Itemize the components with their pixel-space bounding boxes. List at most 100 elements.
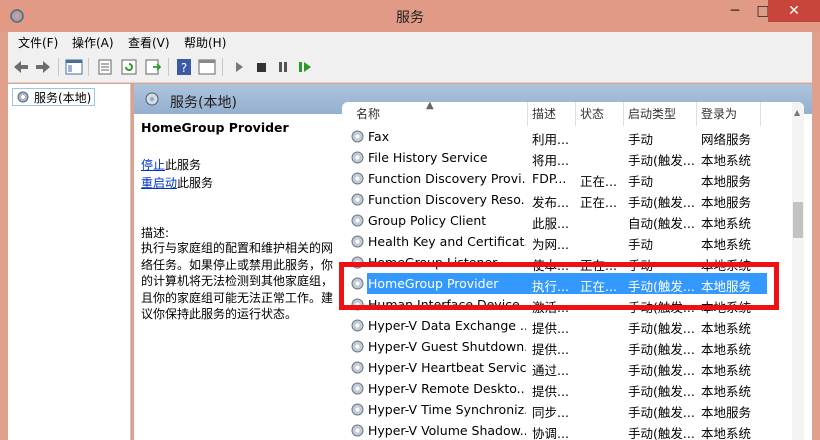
pause-service-icon[interactable] [274, 58, 292, 76]
tree-item-label: 服务(本地) [34, 90, 92, 105]
service-gear-icon [351, 151, 364, 164]
service-gear-icon [351, 361, 364, 374]
service-description-cell: FDP... [532, 171, 567, 186]
service-gear-icon [351, 193, 364, 206]
menu-view[interactable]: 查看(V) [128, 34, 170, 51]
service-row[interactable]: Hyper-V Time Synchroniz... 同步... 手动(触发... 本… [342, 399, 792, 420]
service-startup-type-cell: 手动(触发... [628, 342, 695, 357]
forward-arrow-icon[interactable] [34, 58, 52, 76]
service-gear-icon [351, 340, 364, 353]
service-name-cell: Group Policy Client [368, 213, 487, 228]
service-logon-cell: 本地服务 [701, 195, 752, 210]
service-gear-icon [351, 319, 364, 332]
service-row[interactable]: Group Policy Client 此服... 自动(触发... 本地系统 [342, 210, 792, 231]
restart-action: 重启动此服务 [141, 174, 213, 191]
service-name-cell: Hyper-V Data Exchange ... [368, 318, 526, 333]
service-name-cell: Function Discovery Provi... [368, 171, 526, 186]
menu-action[interactable]: 操作(A) [72, 34, 114, 51]
stop-service-icon[interactable] [252, 58, 270, 76]
service-status-cell: 正在... [580, 195, 617, 210]
scroll-up-icon[interactable]: ▲ [794, 108, 800, 117]
toolbar-divider [88, 58, 89, 76]
description-label: 描述: [141, 226, 170, 240]
service-gear-icon [351, 235, 364, 248]
service-row[interactable]: Hyper-V Guest Shutdown... 提供... 手动(触发... 本地… [342, 336, 792, 357]
show-pane-icon[interactable] [198, 58, 216, 76]
toolbar-divider [168, 58, 169, 76]
service-name-cell: Fax [368, 129, 390, 144]
service-description-cell: 此服... [532, 216, 569, 231]
column-header-status[interactable]: 状态 [576, 102, 624, 126]
properties-icon[interactable] [96, 58, 114, 76]
service-row[interactable]: Health Key and Certificat... 为网... 手动 本地系统 [342, 231, 792, 252]
restart-service-link[interactable]: 重启动 [141, 176, 177, 190]
service-logon-cell: 网络服务 [701, 132, 752, 147]
service-row[interactable]: File History Service 将用... 手动(触发... 本地系统 [342, 147, 792, 168]
console-tree-icon[interactable] [65, 58, 83, 76]
service-startup-type-cell: 手动(触发... [628, 321, 695, 336]
toolbar-divider [58, 58, 59, 76]
scrollbar-thumb[interactable] [793, 202, 803, 238]
service-description-cell: 提供... [532, 342, 569, 357]
service-startup-type-cell: 手动(触发... [628, 405, 695, 420]
menu-help[interactable]: 帮助(H) [184, 34, 226, 51]
service-row[interactable]: Hyper-V Volume Shadow... 协调... 手动(触发... 本地系… [342, 420, 792, 440]
service-logon-cell: 本地系统 [701, 384, 752, 399]
service-row[interactable]: Fax 利用... 手动 网络服务 [342, 126, 792, 147]
service-row[interactable]: Hyper-V Heartbeat Service 通过... 手动(触发... 本地… [342, 357, 792, 378]
service-logon-cell: 本地系统 [701, 321, 752, 336]
help-icon[interactable]: ? [175, 58, 193, 76]
service-description-cell: 为网... [532, 237, 569, 252]
back-arrow-icon[interactable] [12, 58, 30, 76]
service-gear-icon [351, 172, 364, 185]
service-name-cell: Hyper-V Remote Deskto... [368, 381, 526, 396]
main-header-title: 服务(本地) [170, 95, 237, 111]
service-name-cell: File History Service [368, 150, 488, 165]
description-text: 执行与家庭组的配置和维护相关的网络任务。如果停止或禁用此服务，你的计算机将无法检… [141, 241, 334, 321]
service-row[interactable]: Hyper-V Remote Deskto... 提供... 手动(触发... 本地系… [342, 378, 792, 399]
restart-service-icon[interactable] [296, 58, 314, 76]
tree-item-services-local[interactable]: 服务(本地) [12, 88, 96, 106]
service-description-cell: 通过... [532, 363, 569, 378]
column-header-name-label: 名称 [356, 107, 381, 121]
service-startup-type-cell: 自动(触发... [628, 216, 695, 231]
service-status-cell: 正在... [580, 174, 617, 189]
close-button[interactable]: ✕ [768, 0, 820, 22]
export-list-icon[interactable] [144, 58, 162, 76]
service-logon-cell: 本地系统 [701, 426, 752, 440]
service-description-cell: 将用... [532, 153, 569, 168]
stop-service-link[interactable]: 停止 [141, 158, 165, 172]
service-startup-type-cell: 手动(触发... [628, 384, 695, 399]
column-header-log-on-as[interactable]: 登录为 [697, 102, 761, 126]
service-row[interactable]: Function Discovery Provi... FDP... 正在... 手动… [342, 168, 792, 189]
service-startup-type-cell: 手动 [628, 132, 654, 147]
service-logon-cell: 本地系统 [701, 237, 752, 252]
description-pane: HomeGroup Provider 停止此服务 重启动此服务 描述: 执行与家… [134, 114, 336, 440]
service-gear-icon [351, 403, 364, 416]
column-header-name[interactable]: ▲ 名称 [342, 102, 528, 126]
start-service-icon[interactable] [230, 58, 248, 76]
column-header-description[interactable]: 描述 [528, 102, 576, 126]
service-gear-icon [351, 424, 364, 437]
service-startup-type-cell: 手动(触发... [628, 426, 695, 440]
toolbar-divider [222, 58, 223, 76]
service-logon-cell: 本地系统 [701, 342, 752, 357]
service-name-cell: Health Key and Certificat... [368, 234, 526, 249]
service-name-cell: Hyper-V Time Synchroniz... [368, 402, 526, 417]
menu-file[interactable]: 文件(F) [18, 34, 58, 51]
service-name-cell: Function Discovery Reso... [368, 192, 526, 207]
service-row[interactable]: Hyper-V Data Exchange ... 提供... 手动(触发... 本地… [342, 315, 792, 336]
service-row[interactable]: Function Discovery Reso... 发布... 正在... 手动(触… [342, 189, 792, 210]
service-description-cell: 同步... [532, 405, 569, 420]
service-name-cell: Hyper-V Volume Shadow... [368, 423, 526, 438]
window-title: 服务 [396, 10, 424, 26]
service-name-cell: Hyper-V Guest Shutdown... [368, 339, 526, 354]
column-header-startup-type[interactable]: 启动类型 [624, 102, 697, 126]
vertical-scrollbar[interactable]: ▲ [792, 102, 804, 440]
service-startup-type-cell: 手动(触发... [628, 195, 695, 210]
service-description-cell: 协调... [532, 426, 569, 440]
refresh-icon[interactable] [120, 58, 138, 76]
restart-action-suffix: 此服务 [177, 176, 214, 190]
service-logon-cell: 本地系统 [701, 363, 752, 378]
service-logon-cell: 本地系统 [701, 216, 752, 231]
